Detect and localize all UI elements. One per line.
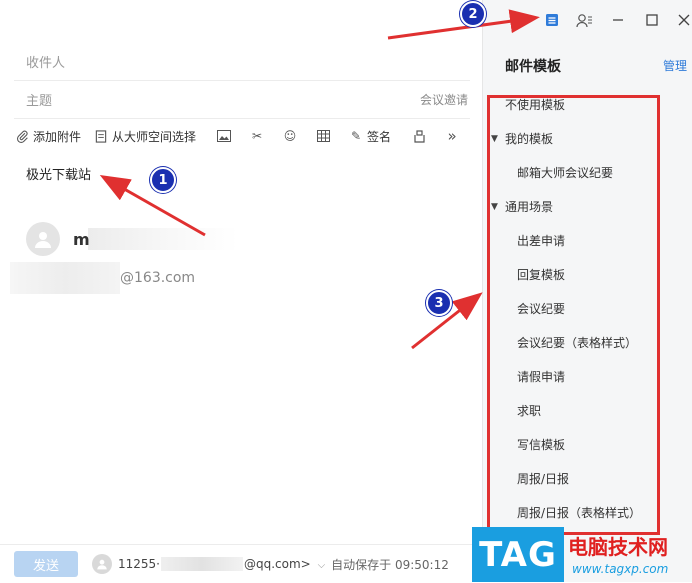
attach-button[interactable]: 添加附件 xyxy=(14,128,81,145)
signature-avatar xyxy=(26,222,60,256)
meeting-invite-link[interactable]: 会议邀请 xyxy=(420,91,468,108)
document-icon xyxy=(93,128,109,144)
emoji-button[interactable]: ☺ xyxy=(282,128,301,144)
from-space-label: 从大师空间选择 xyxy=(112,129,197,144)
redacted-email-blur xyxy=(10,262,120,294)
signature-label: 签名 xyxy=(367,129,392,144)
email-body[interactable]: 极光下载站 xyxy=(26,164,91,183)
template-icon xyxy=(546,14,558,26)
account-prefix: 11255· xyxy=(118,556,160,571)
paperclip-icon xyxy=(14,128,30,144)
compose-pane: 收件人 主题 会议邀请 添加附件 从大师空间选择 ✂ ☺ ✎ 签名 » 极光下载… xyxy=(0,0,482,582)
smiley-icon: ☺ xyxy=(283,129,297,143)
watermark-site-name: 电脑技术网 xyxy=(568,535,668,559)
template-button[interactable] xyxy=(411,128,430,144)
account-avatar[interactable] xyxy=(92,554,112,574)
account-selector[interactable]: 11255· @qq.com> ⌵ xyxy=(118,557,325,572)
redacted-account-blur xyxy=(161,557,243,572)
send-button[interactable]: 发送 xyxy=(14,551,78,577)
watermark-logo: TAG xyxy=(472,527,564,582)
highlight-box xyxy=(487,95,660,535)
recipient-field[interactable]: 收件人 xyxy=(14,42,470,81)
signature-name: m xyxy=(73,230,90,249)
watermark: TAG 电脑技术网 www.tagxp.com xyxy=(472,527,692,582)
image-button[interactable] xyxy=(216,128,235,144)
scissors-icon: ✂ xyxy=(252,129,263,143)
step-badge-1: 1 xyxy=(150,167,176,193)
contacts-icon xyxy=(575,13,592,27)
subject-placeholder: 主题 xyxy=(26,93,53,109)
watermark-url: www.tagxp.com xyxy=(572,562,669,576)
maximize-icon xyxy=(646,14,658,26)
signature-email: @163.com xyxy=(120,270,196,286)
from-space-button[interactable]: 从大师空间选择 xyxy=(93,128,196,145)
minimize-button[interactable] xyxy=(606,8,630,32)
table-icon xyxy=(315,128,331,144)
step-badge-3: 3 xyxy=(426,290,452,316)
close-icon xyxy=(678,14,690,26)
minimize-icon xyxy=(613,19,623,21)
pen-icon: ✎ xyxy=(351,129,362,143)
attach-label: 添加附件 xyxy=(33,129,82,144)
template-icon xyxy=(411,128,427,144)
manage-link[interactable]: 管理 xyxy=(663,57,687,74)
editor-toolbar: 添加附件 从大师空间选择 ✂ ☺ ✎ 签名 » xyxy=(14,124,470,148)
more-button[interactable]: » xyxy=(444,127,463,145)
template-toggle-button[interactable] xyxy=(540,8,564,32)
double-chevron-right-icon: » xyxy=(447,127,457,145)
close-button[interactable] xyxy=(672,8,692,32)
recipient-placeholder: 收件人 xyxy=(26,55,66,71)
contacts-button[interactable] xyxy=(572,8,596,32)
image-icon xyxy=(216,128,232,144)
maximize-button[interactable] xyxy=(640,8,664,32)
bottom-bar: 发送 11255· @qq.com> ⌵ 自动保存于 09:50:12 xyxy=(0,544,482,583)
subject-field[interactable]: 主题 会议邀请 xyxy=(14,80,470,119)
step-badge-2: 2 xyxy=(460,1,486,27)
autosave-status: 自动保存于 09:50:12 xyxy=(331,557,449,572)
table-button[interactable] xyxy=(315,128,334,144)
account-suffix: @qq.com> xyxy=(244,556,311,571)
chevron-down-icon: ⌵ xyxy=(317,559,326,571)
template-panel-title: 邮件模板 xyxy=(505,59,561,75)
screenshot-button[interactable]: ✂ xyxy=(249,128,268,144)
redacted-name-blur xyxy=(88,228,238,250)
signature-button[interactable]: ✎ 签名 xyxy=(348,128,391,145)
